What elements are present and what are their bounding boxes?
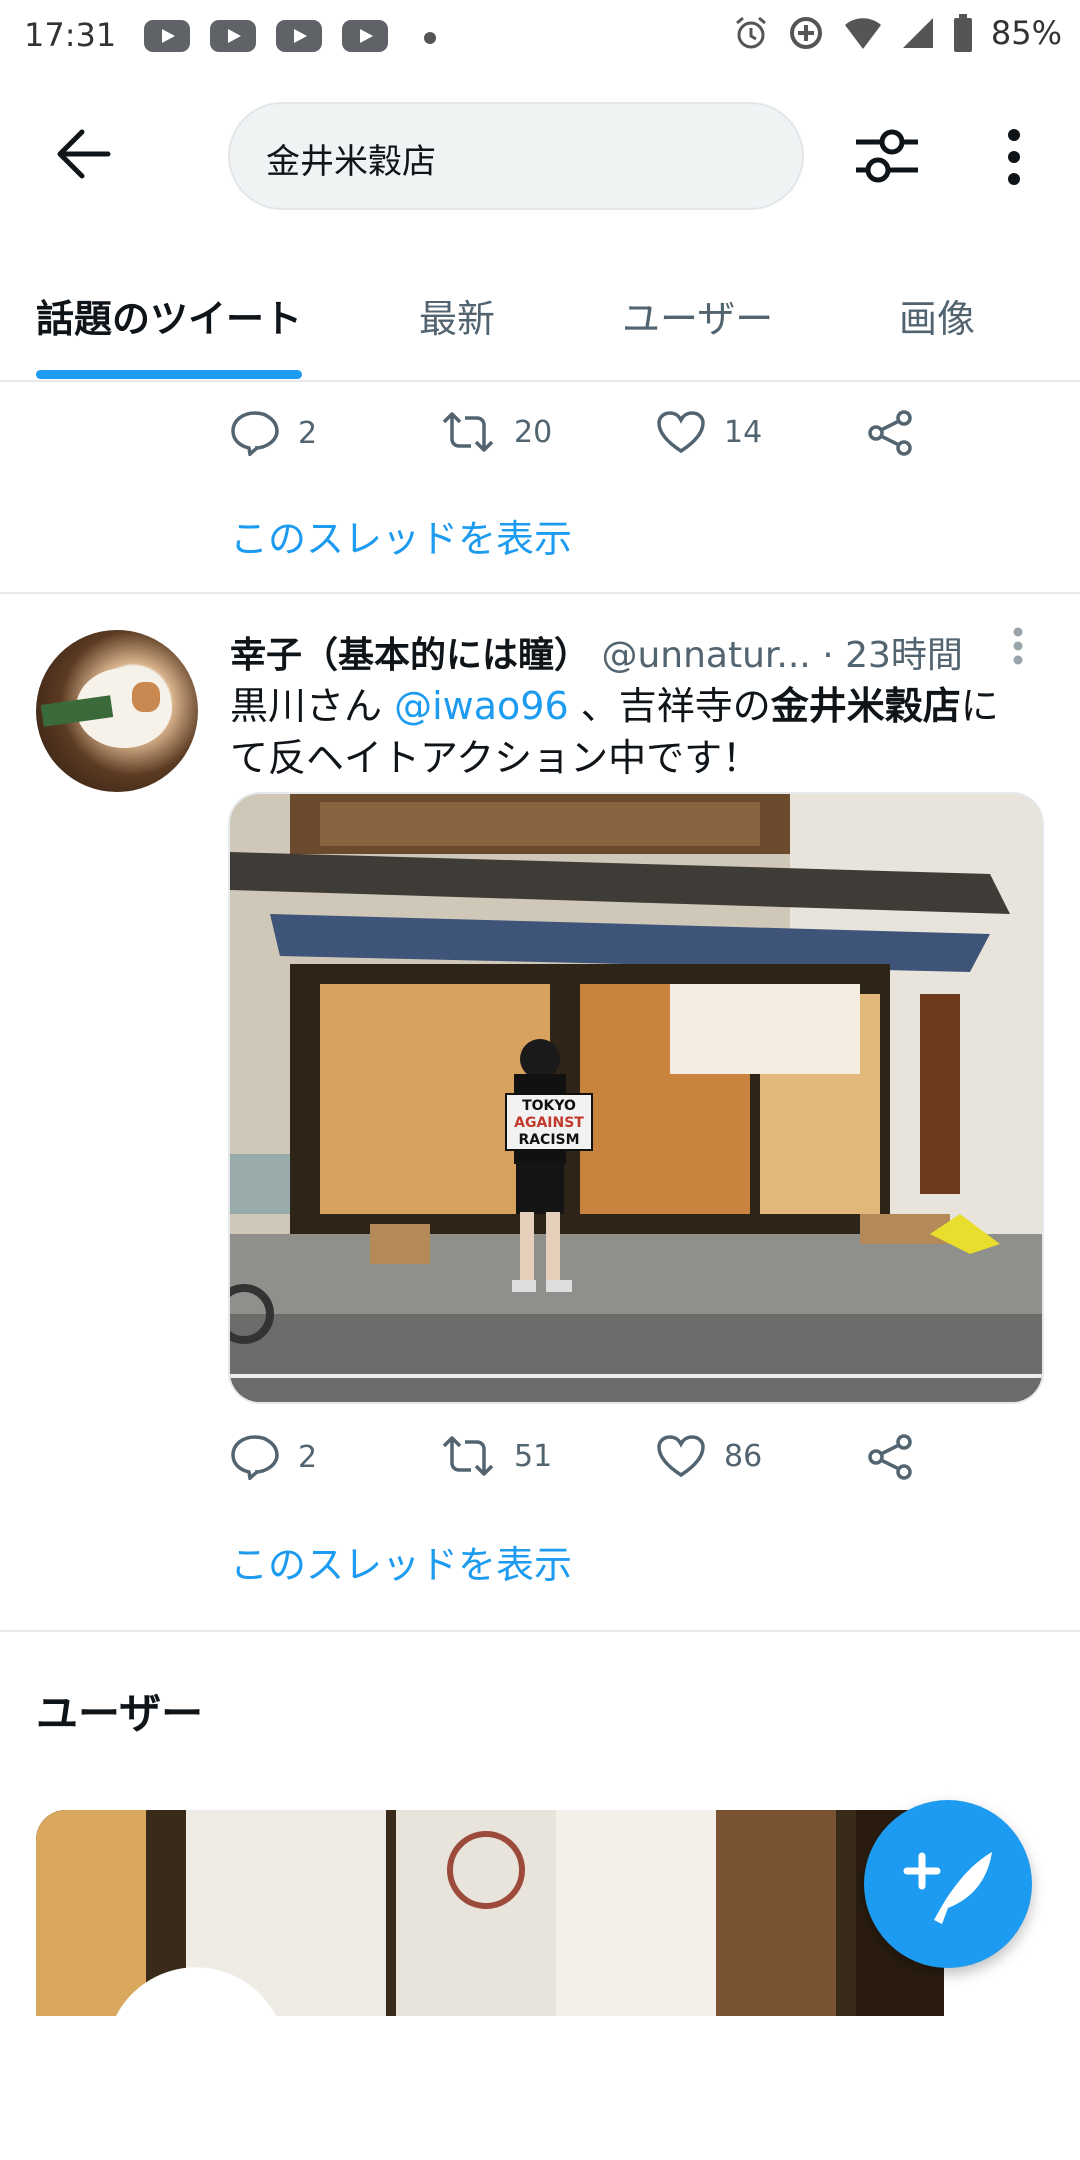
show-thread-link[interactable]: このスレッドを表示 <box>230 508 572 563</box>
show-thread-link[interactable]: このスレッドを表示 <box>230 1534 572 1589</box>
heart-icon <box>657 411 705 454</box>
reply-count: 2 <box>298 415 318 451</box>
search-query: 金井米穀店 <box>266 142 436 182</box>
tweet-more-icon[interactable] <box>1010 626 1026 666</box>
share-button[interactable] <box>866 1434 914 1480</box>
tweet-actions: 2 20 14 <box>230 410 930 470</box>
status-time: 17:31 <box>24 16 117 54</box>
user-handle[interactable]: @unnatur... <box>601 635 810 676</box>
filter-settings-icon[interactable] <box>852 126 922 186</box>
youtube-notification-icon <box>144 20 190 52</box>
tweet-text: 黒川さん @iwao96 、吉祥寺の金井米穀店にて反ヘイトアクション中です！ <box>230 684 999 780</box>
divider <box>0 1630 1080 1632</box>
sign-text: TOKYO <box>522 1098 576 1114</box>
signal-icon <box>902 18 933 48</box>
reply-count: 2 <box>298 1439 318 1475</box>
reply-button[interactable]: 2 <box>230 410 317 456</box>
share-icon <box>868 1434 912 1480</box>
youtube-notification-icon <box>276 20 322 52</box>
sign-text: AGAINST <box>514 1115 584 1131</box>
users-section-title: ユーザー <box>36 1689 204 1738</box>
avatar[interactable] <box>36 630 198 792</box>
data-saver-icon <box>789 17 822 49</box>
user-card-banner[interactable] <box>36 1810 944 2016</box>
shop-storefront-image: TOKYO AGAINST RACISM <box>230 794 1042 1402</box>
tab-top-tweets[interactable]: 話題のツイート <box>36 288 302 343</box>
share-button[interactable] <box>866 410 914 456</box>
tab-images[interactable]: 画像 <box>899 288 975 343</box>
battery-icon <box>953 14 972 52</box>
tweet-time[interactable]: · 23時間 <box>822 635 963 676</box>
alarm-icon <box>735 16 766 49</box>
wifi-icon <box>844 18 881 49</box>
more-notifications-dot <box>424 32 436 44</box>
user-display-name[interactable]: 幸子（基本的には瞳） <box>230 635 590 676</box>
reply-button[interactable]: 2 <box>230 1434 317 1480</box>
retweet-button[interactable]: 20 <box>440 410 552 454</box>
more-options-icon[interactable] <box>1004 128 1024 186</box>
tab-latest[interactable]: 最新 <box>419 288 495 343</box>
like-button[interactable]: 86 <box>656 1434 762 1478</box>
status-bar: 17:31 85% <box>0 0 1080 72</box>
reply-icon <box>231 1435 279 1480</box>
tweet-header: 幸子（基本的には瞳） @unnatur... · 23時間 <box>230 626 963 678</box>
search-input[interactable]: 金井米穀店 <box>228 102 804 210</box>
divider <box>0 592 1080 594</box>
compose-feather-icon <box>903 1852 992 1924</box>
retweet-icon <box>442 412 494 452</box>
retweet-count: 51 <box>514 1438 553 1474</box>
retweet-button[interactable]: 51 <box>440 1434 552 1478</box>
tweet-actions: 2 51 86 <box>230 1434 930 1494</box>
sign-text: RACISM <box>518 1132 579 1148</box>
heart-icon <box>657 1435 705 1478</box>
battery-percent: 85% <box>990 14 1062 52</box>
search-highlight: 金井米穀店 <box>770 684 961 728</box>
mention-link[interactable]: @iwao96 <box>394 684 569 728</box>
back-arrow-icon[interactable] <box>56 128 112 180</box>
like-count: 86 <box>724 1438 763 1474</box>
retweet-icon <box>442 1436 494 1476</box>
tweet-photo[interactable]: TOKYO AGAINST RACISM <box>228 792 1044 1404</box>
search-header: 金井米穀店 <box>0 90 1080 220</box>
youtube-notification-icon <box>342 20 388 52</box>
search-tabs: 話題のツイート 最新 ユーザー 画像 <box>0 270 1080 382</box>
active-tab-indicator <box>36 370 302 379</box>
tab-users[interactable]: ユーザー <box>622 288 773 343</box>
youtube-notification-icon <box>210 20 256 52</box>
like-count: 14 <box>724 414 763 450</box>
share-icon <box>868 410 912 456</box>
like-button[interactable]: 14 <box>656 410 762 454</box>
reply-icon <box>231 411 279 456</box>
compose-tweet-button[interactable] <box>864 1800 1032 1968</box>
user-banner-image <box>36 1810 944 2016</box>
retweet-count: 20 <box>514 414 553 450</box>
